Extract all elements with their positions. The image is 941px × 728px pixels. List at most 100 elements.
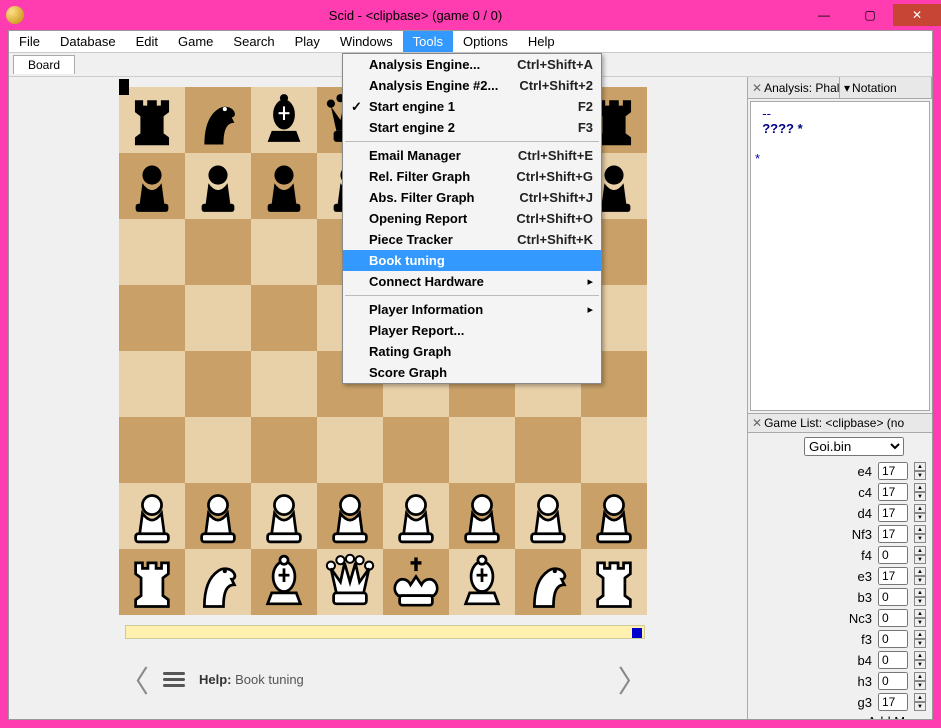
menu-item[interactable]: Rating Graph xyxy=(343,341,601,362)
square[interactable] xyxy=(185,351,251,417)
square[interactable] xyxy=(119,417,185,483)
square[interactable] xyxy=(119,483,185,549)
square[interactable] xyxy=(383,483,449,549)
spin-up[interactable]: ▲ xyxy=(914,525,926,534)
spin-down[interactable]: ▼ xyxy=(914,597,926,606)
spin-up[interactable]: ▲ xyxy=(914,630,926,639)
close-icon[interactable]: ✕ xyxy=(752,81,762,95)
move-value-input[interactable] xyxy=(878,462,908,480)
square[interactable] xyxy=(383,417,449,483)
square[interactable] xyxy=(185,285,251,351)
square[interactable] xyxy=(251,549,317,615)
menu-item[interactable]: Score Graph xyxy=(343,362,601,383)
spin-up[interactable]: ▲ xyxy=(914,693,926,702)
spin-down[interactable]: ▼ xyxy=(914,513,926,522)
square[interactable] xyxy=(185,87,251,153)
menu-item[interactable]: Start engine 1F2 xyxy=(343,96,601,117)
maximize-button[interactable]: ▢ xyxy=(847,4,893,26)
spin-down[interactable]: ▼ xyxy=(914,576,926,585)
square[interactable] xyxy=(515,483,581,549)
move-value-input[interactable] xyxy=(878,567,908,585)
square[interactable] xyxy=(119,285,185,351)
menu-item[interactable]: Player Report... xyxy=(343,320,601,341)
square[interactable] xyxy=(581,417,647,483)
move-value-input[interactable] xyxy=(878,483,908,501)
move-value-input[interactable] xyxy=(878,651,908,669)
menu-item[interactable]: Book tuning xyxy=(343,250,601,271)
close-button[interactable]: ✕ xyxy=(893,4,941,26)
menu-game[interactable]: Game xyxy=(168,31,223,52)
move-value-input[interactable] xyxy=(878,588,908,606)
spin-up[interactable]: ▲ xyxy=(914,546,926,555)
move-value-input[interactable] xyxy=(878,693,908,711)
move-value-input[interactable] xyxy=(878,546,908,564)
square[interactable] xyxy=(185,153,251,219)
square[interactable] xyxy=(317,417,383,483)
square[interactable] xyxy=(185,417,251,483)
menu-item[interactable]: Connect Hardware xyxy=(343,271,601,292)
move-value-input[interactable] xyxy=(878,525,908,543)
spin-down[interactable]: ▼ xyxy=(914,681,926,690)
square[interactable] xyxy=(317,483,383,549)
spin-up[interactable]: ▲ xyxy=(914,483,926,492)
tab-analysis[interactable]: ✕Analysis: Phalar xyxy=(748,77,840,98)
minimize-button[interactable]: — xyxy=(801,4,847,26)
square[interactable] xyxy=(119,549,185,615)
menu-file[interactable]: File xyxy=(9,31,50,52)
nav-next-icon[interactable]: 〉 xyxy=(618,657,648,701)
spin-up[interactable]: ▲ xyxy=(914,462,926,471)
menu-help[interactable]: Help xyxy=(518,31,565,52)
spin-up[interactable]: ▲ xyxy=(914,651,926,660)
spin-down[interactable]: ▼ xyxy=(914,555,926,564)
menu-item[interactable]: Start engine 2F3 xyxy=(343,117,601,138)
spin-up[interactable]: ▲ xyxy=(914,588,926,597)
close-icon[interactable]: ✕ xyxy=(752,416,762,430)
spin-up[interactable]: ▲ xyxy=(914,609,926,618)
menu-item[interactable]: Analysis Engine...Ctrl+Shift+A xyxy=(343,54,601,75)
menu-play[interactable]: Play xyxy=(285,31,330,52)
square[interactable] xyxy=(515,417,581,483)
add-move-button[interactable]: Add Move xyxy=(754,714,926,719)
menu-item[interactable]: Email ManagerCtrl+Shift+E xyxy=(343,145,601,166)
square[interactable] xyxy=(449,417,515,483)
spin-down[interactable]: ▼ xyxy=(914,639,926,648)
spin-up[interactable]: ▲ xyxy=(914,672,926,681)
panel-gamelist-header[interactable]: ✕Game List: <clipbase> (no xyxy=(748,413,932,433)
square[interactable] xyxy=(119,351,185,417)
square[interactable] xyxy=(185,549,251,615)
square[interactable] xyxy=(251,417,317,483)
square[interactable] xyxy=(449,549,515,615)
menu-windows[interactable]: Windows xyxy=(330,31,403,52)
menu-tools[interactable]: Tools xyxy=(403,31,453,52)
menu-search[interactable]: Search xyxy=(223,31,284,52)
menu-icon[interactable] xyxy=(163,672,185,687)
menu-item[interactable]: Abs. Filter GraphCtrl+Shift+J xyxy=(343,187,601,208)
menu-item[interactable]: Piece TrackerCtrl+Shift+K xyxy=(343,229,601,250)
spin-down[interactable]: ▼ xyxy=(914,471,926,480)
square[interactable] xyxy=(251,219,317,285)
menu-item[interactable]: Rel. Filter GraphCtrl+Shift+G xyxy=(343,166,601,187)
menu-options[interactable]: Options xyxy=(453,31,518,52)
square[interactable] xyxy=(581,483,647,549)
menu-edit[interactable]: Edit xyxy=(126,31,168,52)
move-value-input[interactable] xyxy=(878,630,908,648)
book-file-select[interactable]: Goi.bin xyxy=(804,437,904,456)
move-value-input[interactable] xyxy=(878,609,908,627)
menu-item[interactable]: Analysis Engine #2...Ctrl+Shift+2 xyxy=(343,75,601,96)
square[interactable] xyxy=(119,153,185,219)
spin-up[interactable]: ▲ xyxy=(914,504,926,513)
tab-notation[interactable]: ▾Notation xyxy=(840,77,932,98)
square[interactable] xyxy=(251,285,317,351)
menu-database[interactable]: Database xyxy=(50,31,126,52)
square[interactable] xyxy=(251,351,317,417)
square[interactable] xyxy=(251,87,317,153)
square[interactable] xyxy=(317,549,383,615)
square[interactable] xyxy=(251,483,317,549)
square[interactable] xyxy=(515,549,581,615)
menu-item[interactable]: Player Information xyxy=(343,299,601,320)
square[interactable] xyxy=(119,219,185,285)
square[interactable] xyxy=(383,549,449,615)
move-value-input[interactable] xyxy=(878,672,908,690)
spin-up[interactable]: ▲ xyxy=(914,567,926,576)
menu-item[interactable]: Opening ReportCtrl+Shift+O xyxy=(343,208,601,229)
